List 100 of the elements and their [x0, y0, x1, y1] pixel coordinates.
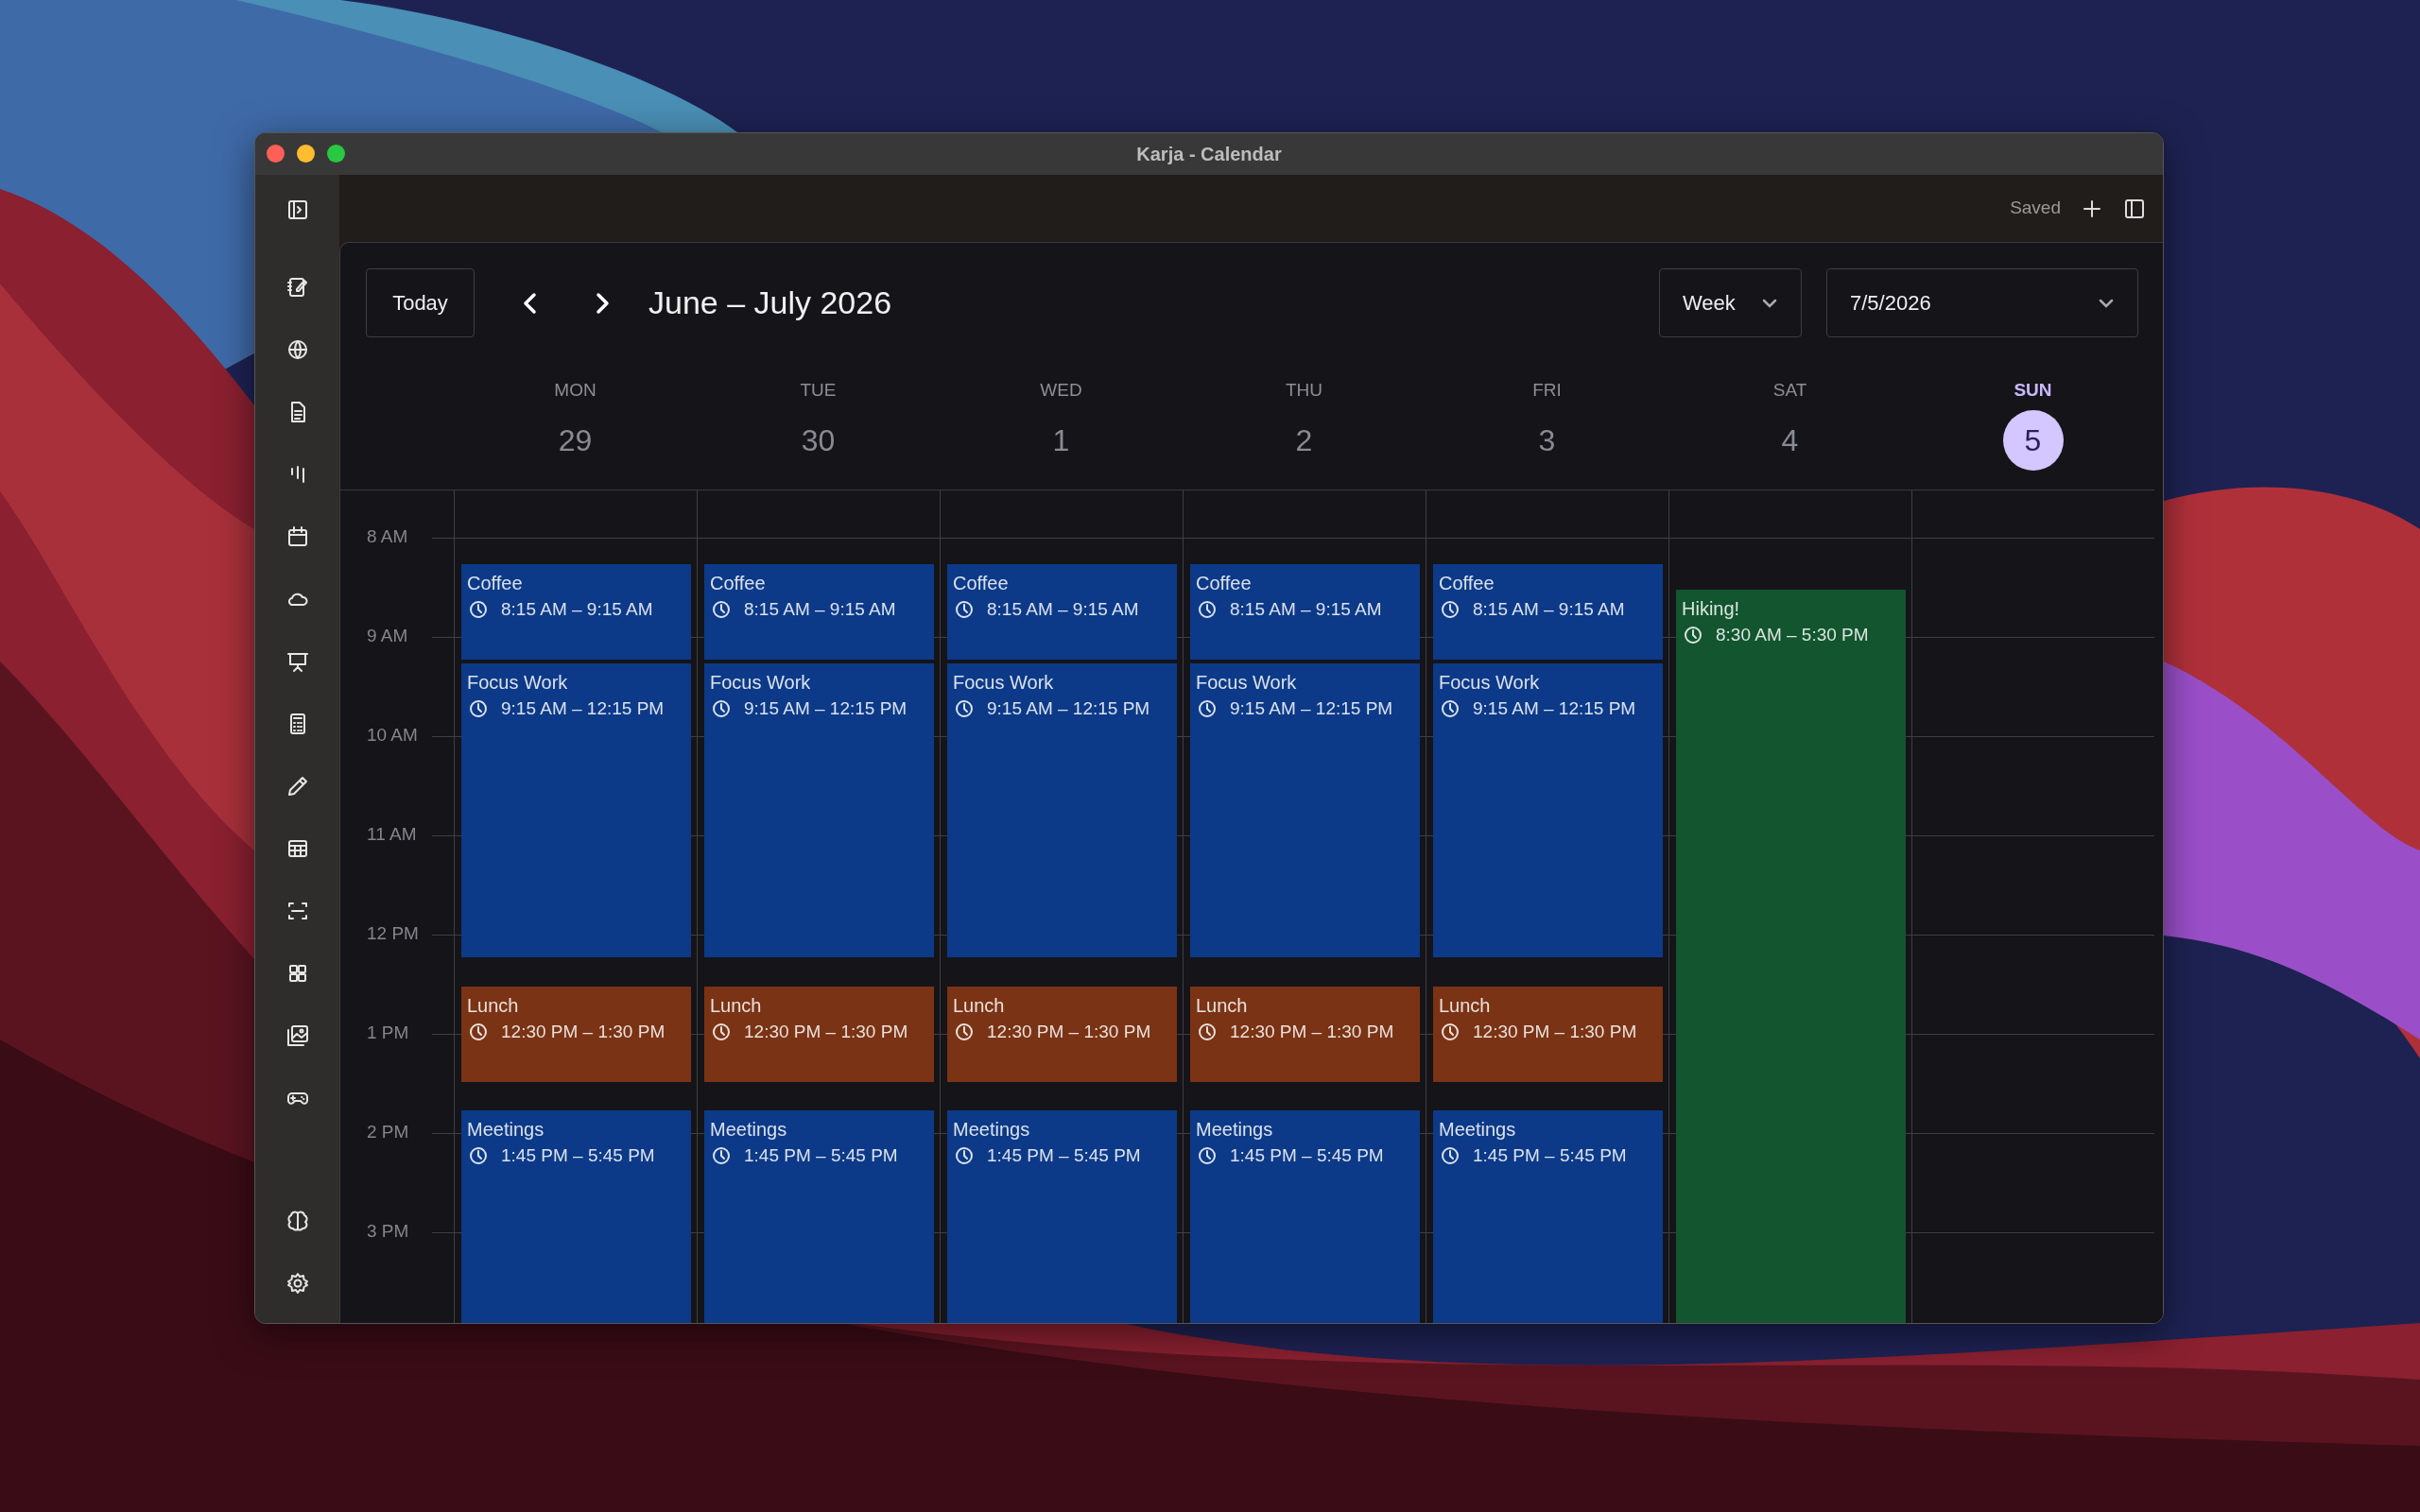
- hour-label: 1 PM: [367, 1022, 409, 1043]
- event-block[interactable]: Meetings 1:45 PM – 5:45 PM: [1190, 1109, 1420, 1323]
- event-title: Hiking!: [1682, 596, 1741, 620]
- event-block[interactable]: Lunch 12:30 PM – 1:30 PM: [947, 986, 1177, 1082]
- day-name: TUE: [800, 380, 837, 401]
- event-time: 9:15 AM – 12:15 PM: [501, 697, 665, 721]
- event-block[interactable]: Lunch 12:30 PM – 1:30 PM: [461, 986, 691, 1082]
- clock-icon: [955, 699, 974, 719]
- clock-icon: [1441, 1145, 1460, 1165]
- clock-icon: [712, 600, 731, 620]
- event-block[interactable]: Coffee 8:15 AM – 9:15 AM: [704, 564, 934, 661]
- event-block[interactable]: Hiking! 8:30 AM – 5:30 PM: [1676, 589, 1906, 1323]
- event-time: 9:15 AM – 12:15 PM: [1230, 697, 1393, 721]
- day-number[interactable]: 5: [2002, 410, 2064, 471]
- clock-icon: [1198, 600, 1217, 620]
- event-time: 1:45 PM – 5:45 PM: [501, 1143, 655, 1167]
- date-dropdown[interactable]: 7/5/2026: [1826, 268, 2138, 337]
- event-title: Focus Work: [1196, 671, 1298, 695]
- day-name: FRI: [1532, 380, 1562, 401]
- event-time: 9:15 AM – 12:15 PM: [987, 697, 1150, 721]
- event-block[interactable]: Coffee 8:15 AM – 9:15 AM: [1433, 564, 1663, 661]
- event-time: 8:15 AM – 9:15 AM: [501, 598, 653, 622]
- clock-icon: [712, 699, 731, 719]
- clock-icon: [955, 1145, 974, 1165]
- minimize-button[interactable]: [297, 145, 315, 163]
- day-number[interactable]: 30: [787, 410, 849, 471]
- event-title: Lunch: [953, 993, 1006, 1017]
- day-name: SAT: [1772, 380, 1807, 401]
- clock-icon: [712, 1022, 731, 1041]
- event-time: 1:45 PM – 5:45 PM: [987, 1143, 1141, 1167]
- event-block[interactable]: Lunch 12:30 PM – 1:30 PM: [1433, 986, 1663, 1082]
- chevron-down-icon: [1761, 297, 1778, 309]
- event-block[interactable]: Focus Work 9:15 AM – 12:15 PM: [704, 663, 934, 958]
- day-number[interactable]: 2: [1273, 410, 1335, 471]
- event-block[interactable]: Meetings 1:45 PM – 5:45 PM: [704, 1109, 934, 1323]
- event-block[interactable]: Meetings 1:45 PM – 5:45 PM: [461, 1109, 691, 1323]
- day-name: MON: [554, 380, 596, 401]
- day-number[interactable]: 29: [544, 410, 606, 471]
- chevron-down-icon: [2098, 297, 2115, 309]
- event-time: 9:15 AM – 12:15 PM: [744, 697, 908, 721]
- day-name: THU: [1285, 380, 1323, 401]
- event-block[interactable]: Coffee 8:15 AM – 9:15 AM: [1190, 564, 1420, 661]
- event-title: Meetings: [1196, 1117, 1274, 1141]
- event-time: 1:45 PM – 5:45 PM: [1230, 1143, 1384, 1167]
- day-number[interactable]: 4: [1759, 410, 1821, 471]
- clock-icon: [469, 699, 488, 719]
- event-block[interactable]: Coffee 8:15 AM – 9:15 AM: [947, 564, 1177, 661]
- event-time: 1:45 PM – 5:45 PM: [1473, 1143, 1627, 1167]
- event-block[interactable]: Lunch 12:30 PM – 1:30 PM: [704, 986, 934, 1082]
- event-title: Meetings: [1439, 1117, 1517, 1141]
- event-block[interactable]: Focus Work 9:15 AM – 12:15 PM: [461, 663, 691, 958]
- clock-icon: [1198, 699, 1217, 719]
- window-title: Karja - Calendar: [1136, 143, 1282, 166]
- clock-icon: [1441, 699, 1460, 719]
- event-title: Coffee: [1196, 572, 1253, 595]
- event-time: 8:15 AM – 9:15 AM: [987, 598, 1139, 622]
- event-block[interactable]: Focus Work 9:15 AM – 12:15 PM: [947, 663, 1177, 958]
- event-time: 12:30 PM – 1:30 PM: [744, 1020, 908, 1043]
- clock-icon: [1441, 600, 1460, 620]
- event-title: Lunch: [710, 993, 763, 1017]
- clock-icon: [955, 1022, 974, 1041]
- event-time: 8:15 AM – 9:15 AM: [1230, 598, 1382, 622]
- day-number[interactable]: 3: [1516, 410, 1578, 471]
- hour-label: 10 AM: [367, 725, 418, 746]
- event-time: 8:30 AM – 5:30 PM: [1716, 623, 1869, 646]
- sidebar-toggle-icon[interactable]: [2123, 197, 2146, 220]
- event-block[interactable]: Lunch 12:30 PM – 1:30 PM: [1190, 986, 1420, 1082]
- event-title: Lunch: [1196, 993, 1249, 1017]
- event-block[interactable]: Meetings 1:45 PM – 5:45 PM: [947, 1109, 1177, 1323]
- add-icon[interactable]: [2082, 198, 2102, 219]
- day-name: WED: [1040, 380, 1082, 401]
- today-button[interactable]: Today: [366, 268, 475, 337]
- event-title: Focus Work: [467, 671, 569, 695]
- hour-label: 8 AM: [367, 526, 408, 547]
- event-title: Focus Work: [953, 671, 1055, 695]
- event-title: Focus Work: [710, 671, 812, 695]
- day-name: SUN: [2014, 380, 2052, 401]
- clock-icon: [1198, 1145, 1217, 1165]
- event-title: Lunch: [1439, 993, 1492, 1017]
- event-title: Focus Work: [1439, 671, 1541, 695]
- calendar-title: June – July 2026: [648, 284, 892, 322]
- hour-label: 9 AM: [367, 626, 408, 646]
- zoom-button[interactable]: [327, 145, 345, 163]
- event-block[interactable]: Coffee 8:15 AM – 9:15 AM: [461, 564, 691, 661]
- event-block[interactable]: Focus Work 9:15 AM – 12:15 PM: [1190, 663, 1420, 958]
- view-dropdown[interactable]: Week: [1659, 268, 1802, 337]
- hour-label: 12 PM: [367, 923, 419, 944]
- clock-icon: [712, 1145, 731, 1165]
- clock-icon: [469, 1022, 488, 1041]
- event-title: Lunch: [467, 993, 520, 1017]
- clock-icon: [955, 600, 974, 620]
- event-block[interactable]: Meetings 1:45 PM – 5:45 PM: [1433, 1109, 1663, 1323]
- close-button[interactable]: [267, 145, 285, 163]
- event-title: Coffee: [953, 572, 1010, 595]
- day-number[interactable]: 1: [1030, 410, 1092, 471]
- clock-icon: [1441, 1022, 1460, 1041]
- event-block[interactable]: Focus Work 9:15 AM – 12:15 PM: [1433, 663, 1663, 958]
- event-time: 12:30 PM – 1:30 PM: [987, 1020, 1151, 1043]
- hour-label: 11 AM: [367, 824, 417, 845]
- clock-icon: [1684, 625, 1703, 644]
